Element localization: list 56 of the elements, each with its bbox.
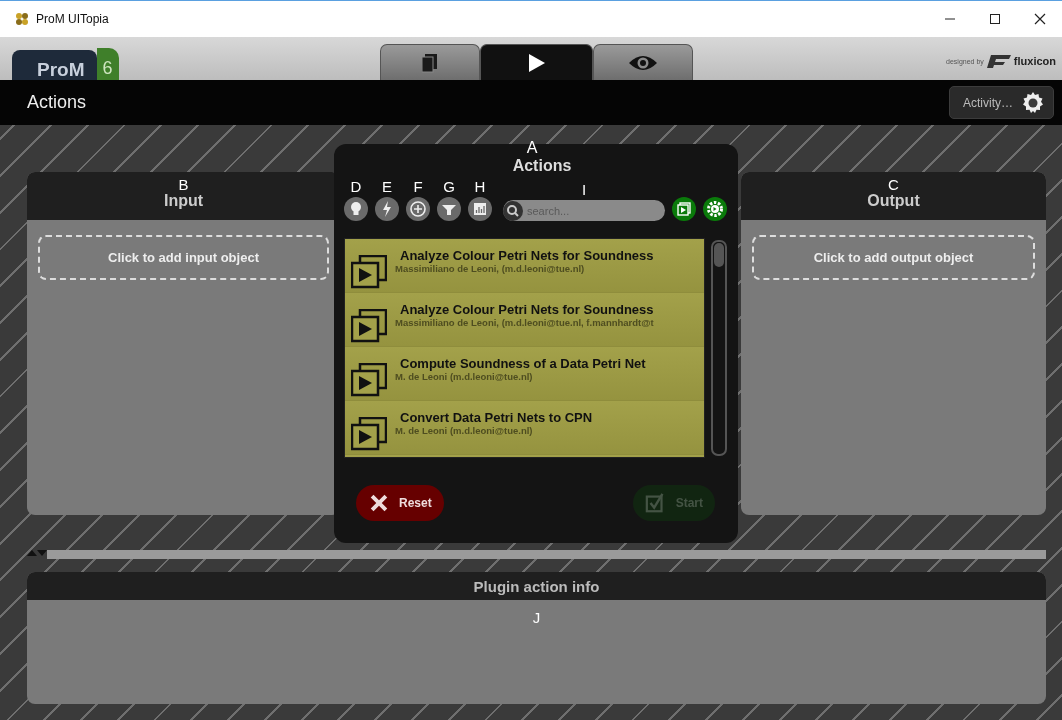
settings-icon[interactable] [703,197,727,221]
dialog-title: Actions [512,156,572,176]
view-tab[interactable] [593,44,693,80]
action-title: Convert Data Petri Nets to CPN [399,409,593,425]
annotation-letter: A [526,140,538,156]
activity-button[interactable]: Activity… [949,86,1054,119]
action-title: Compute Soundness of a Data Petri Net [399,355,646,371]
plugin-icon [351,308,387,343]
panel-title: Plugin action info [473,577,600,595]
annotation-letter: F [413,179,423,194]
action-title: Analyze Colour Petri Nets for Soundness [399,247,654,263]
page-title: Actions [27,92,87,113]
lightbulb-icon[interactable] [344,197,368,221]
maximize-icon[interactable] [989,13,1001,25]
documents-icon [422,52,438,73]
plugin-icon [351,254,387,289]
action-author: Massimiliano de Leoni, (m.d.leoni@tue.nl) [395,262,586,274]
view-tab[interactable] [480,44,593,80]
annotation-letter: C [888,177,899,192]
panel-title: Input [163,192,204,210]
reset-button[interactable]: Reset [356,485,444,521]
view-tab[interactable] [380,44,480,80]
logo-version: 6 [96,48,119,80]
lightning-icon[interactable] [375,197,399,221]
logo-text: ProM [12,50,97,80]
annotation-letter: D [350,179,362,194]
action-author: M. de Leoni (m.d.leoni@tue.nl) [395,424,534,436]
plugin-icon [351,362,387,397]
panel-title: Output [867,192,920,210]
plugin-icon [351,416,387,451]
annotation-letter: B [178,177,189,192]
bar-chart-icon[interactable] [468,197,492,221]
run-icon[interactable] [672,197,696,221]
action-author: M. de Leoni (m.d.leoni@tue.nl) [395,370,534,382]
close-icon[interactable] [1034,13,1046,25]
plus-icon[interactable] [406,197,430,221]
add-object-button[interactable]: Click to add input object [38,235,329,280]
brand-name: fluxicon [1013,55,1056,67]
action-title: Analyze Colour Petri Nets for Soundness [399,301,654,317]
gear-icon [1021,90,1045,115]
scrollbar[interactable] [711,240,727,456]
annotation-letter: G [443,179,455,194]
action-author: Massimiliano de Leoni, (m.d.leoni@tue.nl, f.mannhardt@t [395,316,654,328]
app-icon [14,11,30,27]
funnel-icon[interactable] [437,197,461,221]
annotation-letter: I [581,182,587,197]
play-icon [526,52,547,73]
scrollbar-thumb[interactable] [714,243,724,267]
brand-icon [986,54,1011,68]
add-object-button[interactable]: Click to add output object [752,235,1035,280]
annotation-letter: J [532,610,541,625]
annotation-letter: H [474,179,486,194]
splitter-arrows-icon[interactable] [27,549,47,556]
window-title: ProM UITopia [36,12,109,26]
annotation-letter: E [382,179,392,194]
close-icon [368,492,390,514]
